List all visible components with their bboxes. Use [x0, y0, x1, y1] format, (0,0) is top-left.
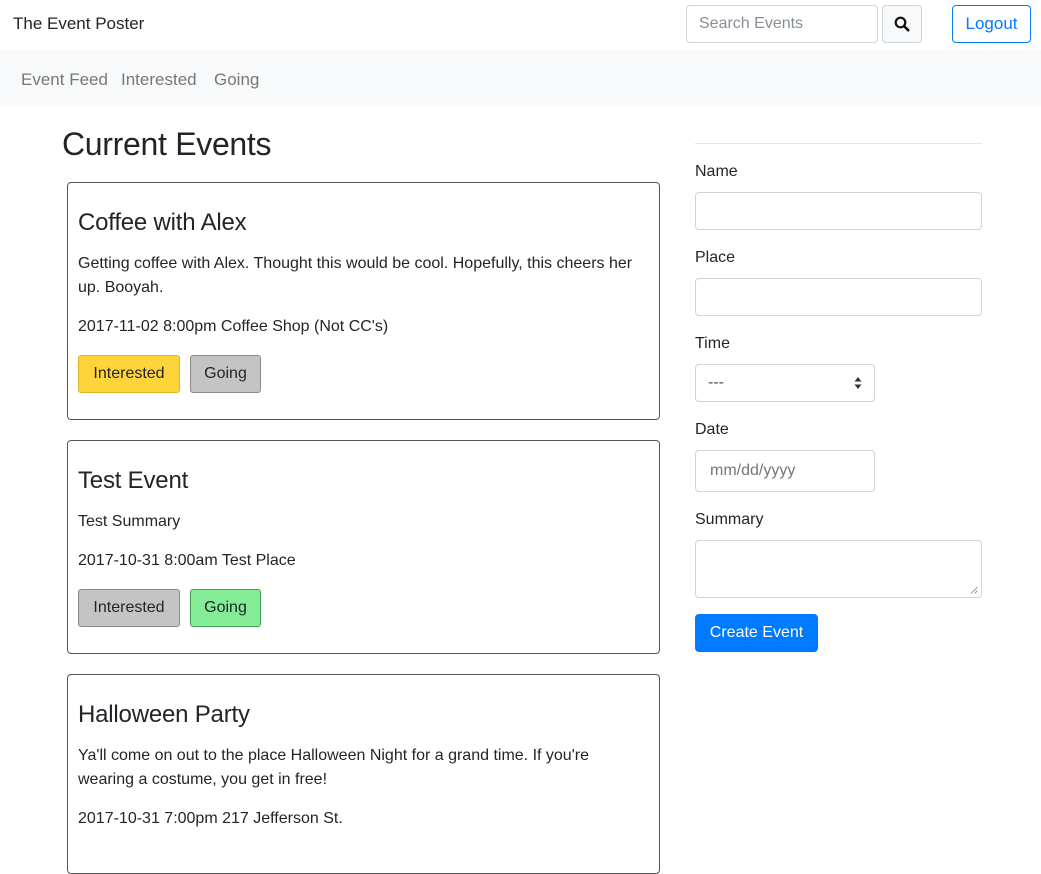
time-label: Time: [695, 335, 730, 352]
interested-button[interactable]: Interested: [78, 355, 180, 393]
event-meta: 2017-11-02 8:00pm Coffee Shop (Not CC's): [78, 318, 389, 335]
interested-button[interactable]: Interested: [78, 589, 180, 627]
event-summary: Getting coffee with Alex. Thought this w…: [78, 255, 633, 296]
going-button[interactable]: Going: [190, 589, 261, 627]
event-card: Coffee with Alex Getting coffee with Ale…: [67, 182, 660, 420]
select-arrows-icon: [854, 377, 862, 389]
logout-button[interactable]: Logout: [952, 5, 1031, 43]
event-title: Halloween Party: [78, 701, 250, 728]
search-input[interactable]: [686, 5, 878, 43]
top-navbar: The Event Poster Logout: [0, 0, 1041, 50]
event-summary: Test Summary: [78, 513, 181, 530]
date-label: Date: [695, 421, 729, 438]
nav-item-event-feed[interactable]: Event Feed: [21, 70, 108, 90]
name-label: Name: [695, 163, 738, 180]
event-title: Test Event: [78, 467, 189, 494]
form-divider: [695, 143, 982, 144]
nav-item-going[interactable]: Going: [214, 70, 259, 90]
time-select[interactable]: ---: [695, 364, 875, 402]
place-input[interactable]: [695, 278, 982, 316]
place-label: Place: [695, 249, 736, 266]
summary-textarea[interactable]: [695, 540, 982, 598]
summary-label: Summary: [695, 511, 764, 528]
create-event-button[interactable]: Create Event: [695, 614, 818, 652]
event-meta: 2017-10-31 7:00pm 217 Jefferson St.: [78, 810, 343, 827]
search-button[interactable]: [882, 5, 922, 43]
event-meta: 2017-10-31 8:00am Test Place: [78, 552, 296, 569]
event-title: Coffee with Alex: [78, 209, 247, 236]
time-select-value: ---: [708, 374, 724, 391]
nav-item-interested[interactable]: Interested: [121, 70, 197, 90]
search-icon: [894, 16, 910, 32]
sub-navbar: Event Feed Interested Going: [0, 50, 1041, 106]
brand-title[interactable]: The Event Poster: [13, 14, 144, 34]
date-input[interactable]: [695, 450, 875, 492]
resize-grip-icon[interactable]: [970, 586, 978, 594]
event-summary: Ya'll come on out to the place Halloween…: [78, 747, 589, 788]
event-card: Halloween Party Ya'll come on out to the…: [67, 674, 660, 874]
page-title: Current Events: [62, 126, 272, 162]
event-card: Test Event Test Summary 2017-10-31 8:00a…: [67, 440, 660, 654]
name-input[interactable]: [695, 192, 982, 230]
going-button[interactable]: Going: [190, 355, 261, 393]
